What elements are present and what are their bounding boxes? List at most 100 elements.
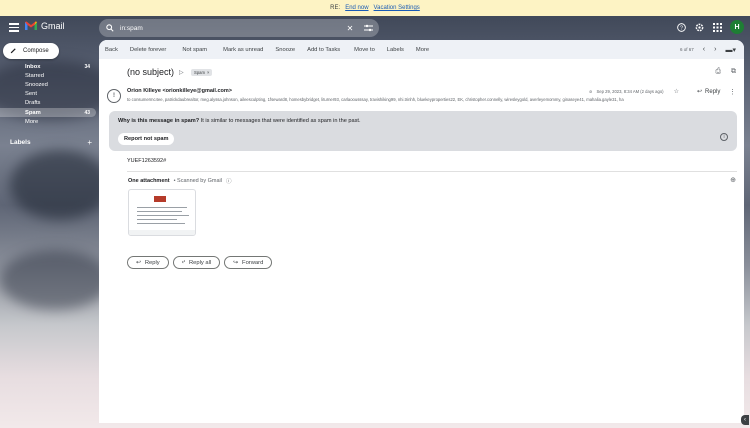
subject-row: (no subject) ▷ Spam ×: [127, 67, 213, 77]
reply-top-button[interactable]: ↩ Reply: [697, 88, 721, 96]
reply-all-button[interactable]: ⤶ Reply all: [172, 256, 221, 269]
app-header: Gmail in:spam ✕ ? H: [0, 16, 750, 40]
attachment-thumbnail[interactable]: [128, 189, 196, 236]
sidebar-item-label: Inbox: [25, 63, 41, 70]
sidebar-item-inbox[interactable]: Inbox 34: [0, 62, 96, 71]
add-to-tasks-button[interactable]: Add to Tasks: [301, 40, 346, 59]
end-now-link[interactable]: End now: [345, 5, 368, 11]
add-to-drive-icon[interactable]: ⊕: [730, 176, 736, 184]
reply-actions: ↩ Reply ⤶ Reply all ↪ Forward: [127, 256, 273, 269]
labels-header: Labels +: [10, 138, 92, 147]
delete-forever-button[interactable]: Delete forever: [124, 40, 172, 59]
sender-name[interactable]: Orion Killeye <orionkilleye@gmail.com>: [127, 88, 232, 94]
search-bar[interactable]: in:spam ✕: [99, 19, 379, 37]
print-icon[interactable]: ⎙: [715, 68, 721, 76]
reply-all-icon: ⤶: [181, 259, 185, 265]
thumbnail-logo: [154, 196, 166, 202]
sidebar-item-spam[interactable]: Spam 43: [0, 107, 96, 118]
sidebar-item-label: Spam: [25, 109, 41, 116]
account-avatar[interactable]: H: [730, 20, 744, 34]
notice-prefix: RE:: [330, 5, 341, 11]
forward-icon: ↪: [233, 259, 239, 266]
date-area: ⊘ Sep 29, 2023, 8:34 AM (2 days ago) ☆: [589, 88, 679, 95]
labels-title: Labels: [10, 139, 31, 146]
search-options-icon[interactable]: [363, 23, 373, 33]
snooze-button[interactable]: Snooze: [269, 40, 301, 59]
scanned-by-gmail: • Scanned by Gmail: [173, 178, 222, 184]
mark-unread-button[interactable]: Mark as unread: [217, 40, 269, 59]
background-cloud: [0, 250, 110, 310]
apps-grid-icon[interactable]: [712, 22, 722, 32]
not-spam-button[interactable]: Not spam: [176, 40, 213, 59]
spam-reason-question: Why is this message in spam?: [118, 118, 200, 124]
sidebar-item-label: Sent: [25, 91, 37, 98]
settings-gear-icon[interactable]: [694, 22, 704, 32]
unread-count: 34: [84, 63, 90, 70]
labels-button[interactable]: Labels: [381, 40, 410, 59]
input-tools-icon[interactable]: ▬▾: [725, 46, 736, 54]
recipients-line[interactable]: to consumermc4ee, patrickdaubrealtor, me…: [127, 97, 687, 102]
search-input[interactable]: in:spam: [120, 25, 337, 32]
sidebar-nav: Inbox 34 Starred Snoozed Sent Drafts Spa…: [0, 62, 96, 126]
email-date: Sep 29, 2023, 8:34 AM (2 days ago): [596, 89, 664, 94]
reply-button[interactable]: ↩ Reply: [127, 256, 169, 269]
forward-button[interactable]: ↪ Forward: [224, 256, 273, 269]
vacation-settings-link[interactable]: Vacation Settings: [374, 5, 420, 11]
info-icon[interactable]: i: [720, 133, 728, 141]
reply-arrow-icon: ↩: [697, 89, 703, 95]
vacation-notice-bar: RE: End now Vacation Settings: [0, 0, 750, 16]
app-name: Gmail: [41, 21, 65, 31]
sidebar-item-sent[interactable]: Sent: [0, 90, 96, 99]
importance-marker-icon[interactable]: ▷: [179, 69, 186, 76]
sidebar-item-label: Snoozed: [25, 81, 48, 88]
attachment-indicator-icon: ⊘: [589, 89, 593, 94]
reply-top-label: Reply: [705, 88, 721, 95]
add-label-icon[interactable]: +: [87, 138, 92, 147]
subject-actions: ⎙ ⧉: [715, 68, 736, 76]
remove-label-icon[interactable]: ×: [207, 70, 209, 75]
sidebar-item-label: Starred: [25, 72, 45, 79]
clear-search-icon[interactable]: ✕: [345, 23, 355, 33]
more-button[interactable]: More: [410, 40, 435, 59]
thumbnail-footer: [129, 230, 195, 235]
gmail-m-icon: [24, 21, 38, 31]
sidebar-item-drafts[interactable]: Drafts: [0, 99, 96, 108]
star-icon[interactable]: ☆: [674, 88, 679, 95]
sidebar-item-starred[interactable]: Starred: [0, 71, 96, 80]
message-toolbar: Back Delete forever Not spam Mark as unr…: [99, 40, 744, 59]
spam-label-chip[interactable]: Spam ×: [191, 68, 213, 76]
header-actions: ? H: [676, 20, 744, 34]
side-panel-toggle-icon[interactable]: ‹: [741, 415, 749, 425]
spam-reason-text: Why is this message in spam? It is simil…: [118, 118, 361, 124]
pagination-controls: 6 of 67 ‹ › ▬▾: [680, 40, 736, 59]
main-menu-icon[interactable]: [9, 23, 19, 32]
help-icon[interactable]: ?: [676, 22, 686, 32]
search-icon[interactable]: [105, 24, 114, 33]
pagination-text: 6 of 67: [680, 47, 694, 52]
more-options-icon[interactable]: ⋮: [729, 88, 736, 96]
older-chevron-icon[interactable]: ›: [714, 46, 716, 53]
reply-label: Reply: [144, 259, 160, 266]
sidebar-item-label: More: [25, 118, 39, 125]
open-in-new-window-icon[interactable]: ⧉: [731, 68, 736, 76]
spam-label-text: Spam: [194, 69, 205, 75]
compose-label: Compose: [23, 48, 49, 54]
reply-all-label: Reply all: [188, 259, 212, 266]
spam-reason-explanation: It is similar to messages that were iden…: [199, 118, 361, 124]
newer-chevron-icon[interactable]: ‹: [703, 46, 705, 53]
move-to-button[interactable]: Move to: [348, 40, 381, 59]
sidebar-item-label: Drafts: [25, 100, 41, 107]
pencil-icon: [10, 47, 17, 56]
unread-count: 43: [84, 109, 90, 116]
email-body: YUEF1263592#: [127, 158, 167, 164]
compose-button[interactable]: Compose: [3, 43, 59, 59]
report-not-spam-button[interactable]: Report not spam: [118, 133, 175, 145]
back-button[interactable]: Back: [99, 40, 124, 59]
email-subject: (no subject): [127, 67, 175, 77]
sidebar-item-snoozed[interactable]: Snoozed: [0, 80, 96, 89]
sidebar-item-more[interactable]: More: [0, 117, 96, 126]
gmail-logo[interactable]: Gmail: [24, 21, 65, 31]
svg-text:?: ?: [680, 25, 683, 31]
scan-info-icon[interactable]: ⓘ: [226, 177, 232, 185]
attachment-count: One attachment: [128, 178, 170, 184]
